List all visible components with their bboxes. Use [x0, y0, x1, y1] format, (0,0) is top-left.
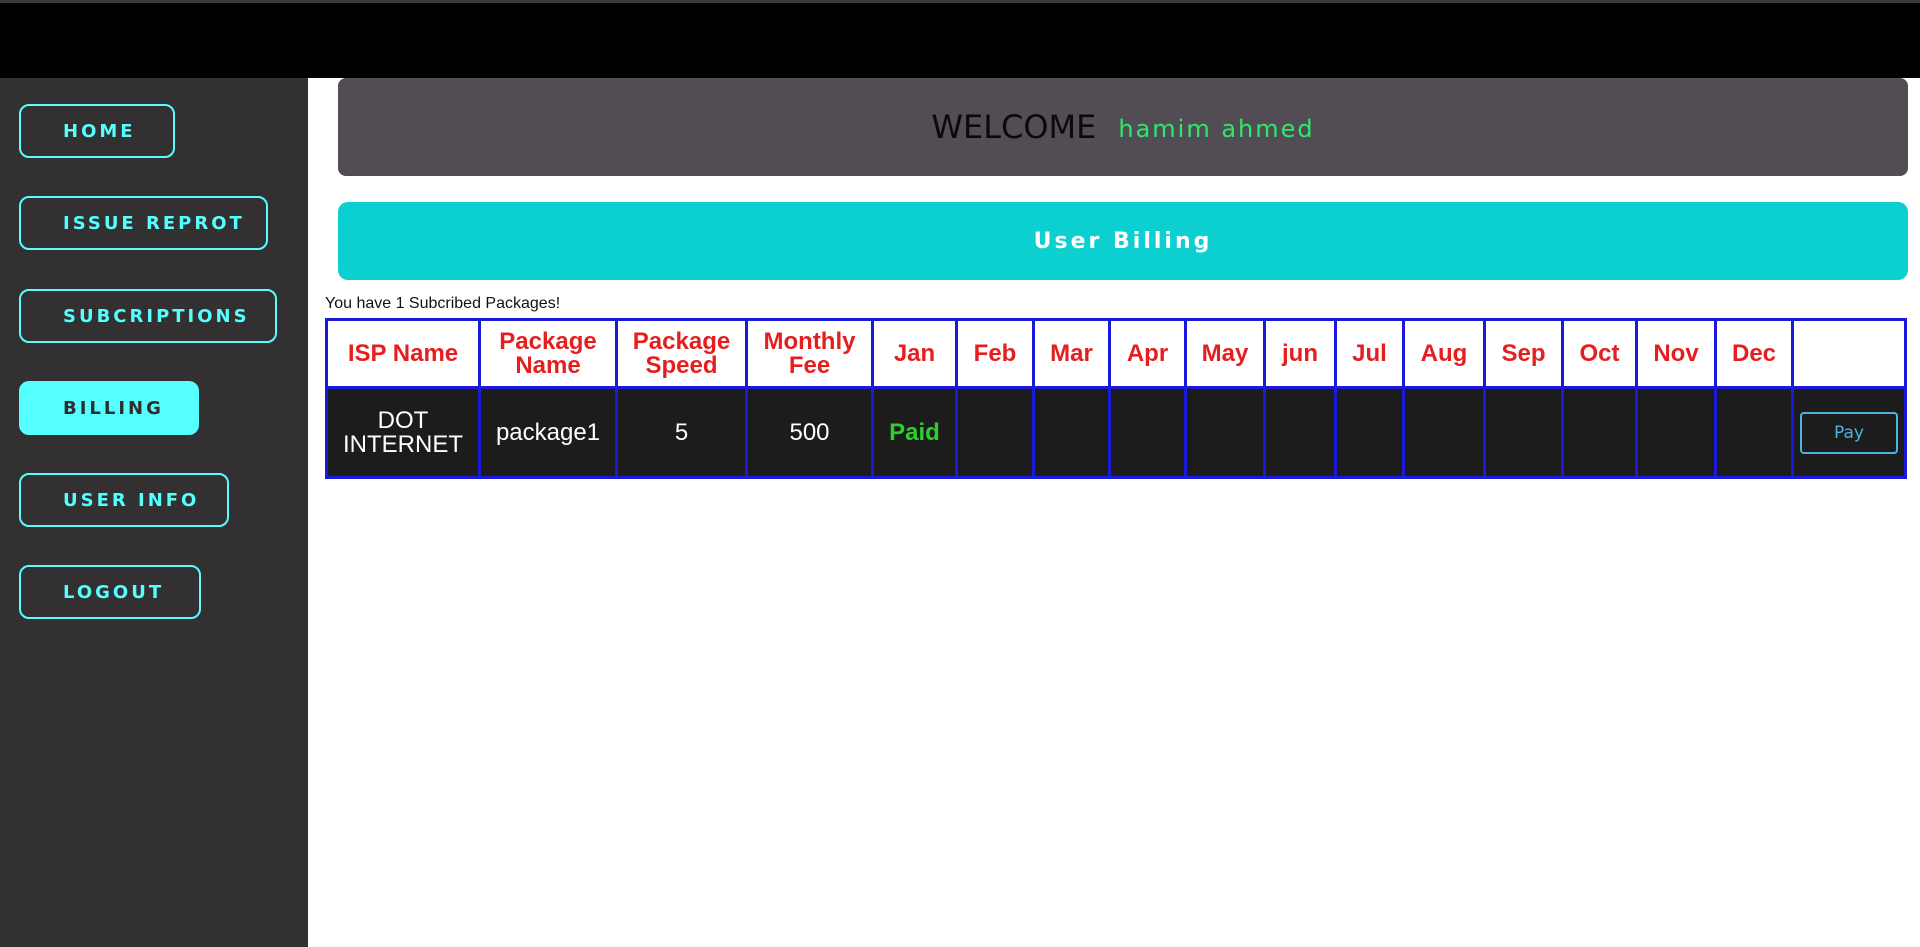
col-oct: Oct [1561, 318, 1638, 389]
welcome-header: WELCOME hamim ahmed [338, 78, 1908, 176]
table-header-row: ISP Name Package Name Package Speed Mont… [325, 318, 1907, 389]
col-nov: Nov [1635, 318, 1717, 389]
cell-monthly-fee: 500 [745, 386, 874, 479]
cell-aug [1402, 386, 1486, 479]
cell-sep [1483, 386, 1564, 479]
col-monthly-fee: Monthly Fee [745, 318, 874, 389]
col-jan: Jan [871, 318, 958, 389]
cell-jul [1334, 386, 1405, 479]
sidebar-item-logout[interactable]: LOGOUT [19, 565, 201, 619]
billing-title: User Billing [338, 202, 1908, 280]
cell-jan: Paid [871, 386, 958, 479]
cell-nov [1635, 386, 1717, 479]
cell-mar [1032, 386, 1111, 479]
sidebar-item-billing[interactable]: BILLING [19, 381, 199, 435]
user-name: hamim ahmed [1118, 115, 1315, 143]
col-jul: Jul [1334, 318, 1405, 389]
col-mar: Mar [1032, 318, 1111, 389]
cell-isp-name: DOT INTERNET [325, 386, 481, 479]
cell-jun [1263, 386, 1337, 479]
welcome-title: WELCOME [931, 108, 1097, 146]
sidebar-item-home[interactable]: HOME [19, 104, 175, 158]
sidebar-item-issue-report[interactable]: ISSUE REPROT [19, 196, 268, 250]
col-apr: Apr [1108, 318, 1187, 389]
cell-action: Pay [1791, 386, 1907, 479]
cell-may [1184, 386, 1266, 479]
col-feb: Feb [955, 318, 1035, 389]
col-aug: Aug [1402, 318, 1486, 389]
col-may: May [1184, 318, 1266, 389]
cell-package-speed: 5 [615, 386, 748, 479]
col-package-speed: Package Speed [615, 318, 748, 389]
sidebar-item-subscriptions[interactable]: SUBCRIPTIONS [19, 289, 277, 343]
billing-table: ISP Name Package Name Package Speed Mont… [325, 318, 1907, 479]
sidebar: HOME ISSUE REPROT SUBCRIPTIONS BILLING U… [0, 78, 308, 947]
col-sep: Sep [1483, 318, 1564, 389]
sidebar-item-user-info[interactable]: USER INFO [19, 473, 229, 527]
col-jun: jun [1263, 318, 1337, 389]
table-row: DOT INTERNET package1 5 500 Paid Pay [325, 386, 1907, 479]
col-action [1791, 318, 1907, 389]
pay-button[interactable]: Pay [1800, 411, 1898, 454]
cell-oct [1561, 386, 1638, 479]
cell-dec [1714, 386, 1794, 479]
main-content: WELCOME hamim ahmed User Billing You hav… [308, 78, 1920, 945]
cell-feb [955, 386, 1035, 479]
col-isp-name: ISP Name [325, 318, 481, 389]
col-dec: Dec [1714, 318, 1794, 389]
browser-top-bar [0, 0, 1920, 78]
cell-apr [1108, 386, 1187, 479]
cell-package-name: package1 [478, 386, 618, 479]
col-package-name: Package Name [478, 318, 618, 389]
subscribed-count-text: You have 1 Subcribed Packages! [325, 295, 561, 312]
